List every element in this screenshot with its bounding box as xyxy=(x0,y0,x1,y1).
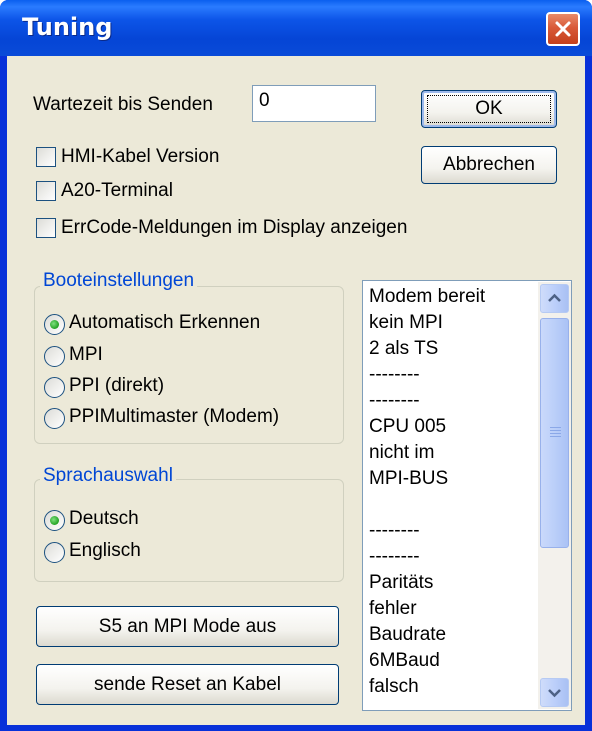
dialog-body: Wartezeit bis Senden 0 OK Abbrechen HMI-… xyxy=(7,56,585,725)
radio-english[interactable] xyxy=(44,542,65,563)
close-button[interactable] xyxy=(546,12,580,46)
boot-settings-title: Booteinstellungen xyxy=(40,270,198,292)
scroll-up-button[interactable] xyxy=(540,284,569,313)
errcode-display-label[interactable]: ErrCode-Meldungen im Display anzeigen xyxy=(61,217,407,239)
a20-terminal-label[interactable]: A20-Terminal xyxy=(61,180,173,202)
close-icon xyxy=(555,21,571,37)
radio-english-label[interactable]: Englisch xyxy=(69,540,141,562)
a20-terminal-checkbox[interactable] xyxy=(36,181,56,201)
radio-auto-detect[interactable] xyxy=(44,314,65,335)
list-item: Baudrate xyxy=(369,624,447,645)
list-item: -------- xyxy=(369,390,420,411)
window-title: Tuning xyxy=(22,13,113,41)
focus-rectangle xyxy=(427,95,551,123)
chevron-up-icon xyxy=(548,293,561,302)
chevron-down-icon xyxy=(548,689,561,698)
radio-selected-dot xyxy=(50,320,59,329)
radio-ppi-multimaster[interactable] xyxy=(44,408,65,429)
ok-button[interactable]: OK xyxy=(421,90,557,128)
s5-mpi-mode-button[interactable]: S5 an MPI Mode aus xyxy=(36,606,339,647)
radio-ppi-direct-label[interactable]: PPI (direkt) xyxy=(69,375,164,397)
list-item: MPI-BUS xyxy=(369,468,449,489)
cancel-button-label: Abbrechen xyxy=(443,154,535,175)
cancel-button[interactable]: Abbrechen xyxy=(421,146,557,184)
radio-ppi-multimaster-label[interactable]: PPIMultimaster (Modem) xyxy=(69,406,279,428)
thumb-grip xyxy=(550,433,561,434)
radio-german[interactable] xyxy=(44,510,65,531)
list-item: -------- xyxy=(369,520,420,541)
list-item: -------- xyxy=(369,546,420,567)
list-item: falsch xyxy=(369,676,419,697)
list-item: 6MBaud xyxy=(369,650,440,671)
list-item: 2 als TS xyxy=(369,338,439,359)
radio-ppi-direct[interactable] xyxy=(44,377,65,398)
language-group-title: Sprachauswahl xyxy=(40,465,176,487)
list-item: Modem bereit xyxy=(369,286,486,307)
scroll-down-button[interactable] xyxy=(540,678,569,707)
wait-time-input[interactable]: 0 xyxy=(252,85,376,122)
radio-selected-dot xyxy=(50,516,59,525)
thumb-grip xyxy=(550,436,561,437)
hmi-cable-label[interactable]: HMI-Kabel Version xyxy=(61,146,219,168)
vertical-scrollbar[interactable] xyxy=(538,282,571,709)
status-listbox[interactable]: Modem bereit kein MPI 2 als TS -------- … xyxy=(362,280,572,711)
hmi-cable-checkbox[interactable] xyxy=(36,147,56,167)
radio-mpi[interactable] xyxy=(44,346,65,367)
thumb-grip xyxy=(550,430,561,431)
title-bar[interactable]: Tuning xyxy=(0,0,592,56)
send-reset-button[interactable]: sende Reset an Kabel xyxy=(36,664,339,705)
list-item: -------- xyxy=(369,364,420,385)
radio-german-label[interactable]: Deutsch xyxy=(69,508,139,530)
tuning-dialog: Tuning Wartezeit bis Senden 0 OK Abbrech… xyxy=(0,0,592,731)
errcode-display-checkbox[interactable] xyxy=(36,218,56,238)
list-item: CPU 005 xyxy=(369,416,447,437)
radio-auto-detect-label[interactable]: Automatisch Erkennen xyxy=(69,312,260,334)
radio-mpi-label[interactable]: MPI xyxy=(69,344,103,366)
language-group xyxy=(34,479,344,582)
scrollbar-thumb[interactable] xyxy=(540,318,569,548)
list-item: kein MPI xyxy=(369,312,443,333)
list-item: fehler xyxy=(369,598,417,619)
list-item: Paritäts xyxy=(369,572,434,593)
list-item: nicht im xyxy=(369,442,435,463)
wait-time-label: Wartezeit bis Senden xyxy=(33,94,213,115)
thumb-grip xyxy=(550,427,561,428)
